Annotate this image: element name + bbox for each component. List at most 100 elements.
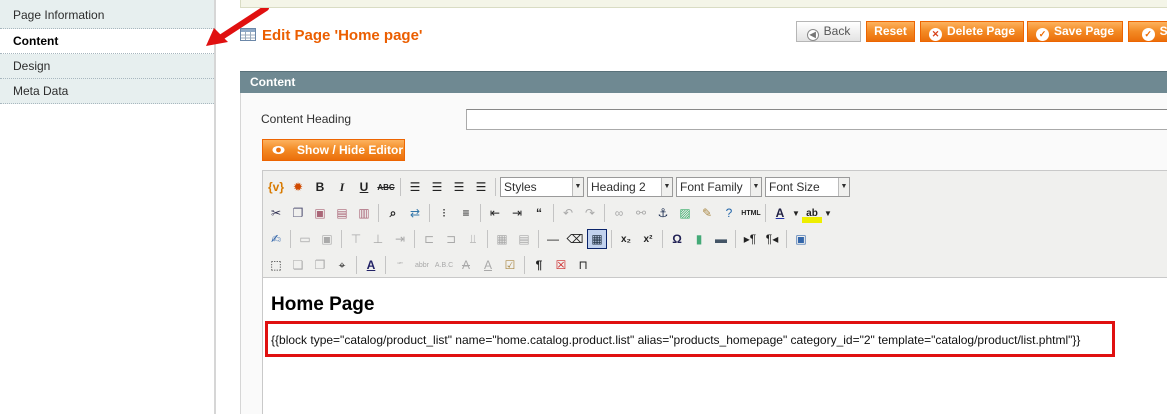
italic-icon[interactable]: I xyxy=(332,177,352,197)
find-icon[interactable]: ⌕ xyxy=(383,203,403,223)
merge-cells-icon[interactable]: ▤ xyxy=(514,229,534,249)
styleprops-icon[interactable]: A xyxy=(361,255,381,275)
toolbar-row-3: ✍ ▭ ▣ ⊤ ⊥ ⇥ ⊏ ⊐ ⫫ ▦ ▤ — ⌫ ▦ x₂ x² Ω ▮ ▬ xyxy=(266,227,813,251)
editor-toolbar: {v} ✹ B I U ABC ☰ ☰ ☰ ☰ Styles ▼ Heading … xyxy=(263,171,1167,278)
visual-aid-icon[interactable]: ▦ xyxy=(587,229,607,249)
font-size-select[interactable]: Font Size ▼ xyxy=(765,177,850,197)
undo-icon[interactable]: ↶ xyxy=(558,203,578,223)
insert-variable-icon[interactable]: {v} xyxy=(266,177,286,197)
unlink-icon[interactable]: ⚯ xyxy=(631,203,651,223)
media-icon[interactable]: ▮ xyxy=(689,229,709,249)
back-button-label: Back xyxy=(823,24,851,38)
html-source-icon[interactable]: HTML xyxy=(741,203,761,223)
blockquote-icon[interactable]: “ xyxy=(529,203,549,223)
styles-select[interactable]: Styles ▼ xyxy=(500,177,584,197)
deletion-icon[interactable]: A xyxy=(456,255,476,275)
advanced-hr-icon[interactable]: ▬ xyxy=(711,229,731,249)
absolute-position-icon[interactable]: ⌖ xyxy=(332,255,352,275)
show-hide-editor-label: Show / Hide Editor xyxy=(297,143,404,157)
insert-col-before-icon[interactable]: ⊏ xyxy=(419,229,439,249)
toolbar-row-2: ✂ ❐ ▣ ▤ ▥ ⌕ ⇄ ⁝ ≡ ⇤ ⇥ “ ↶ ↷ ∞ ⚯ ⚓ ▨ ✎ ? … xyxy=(266,201,834,225)
paste-icon[interactable]: ▣ xyxy=(310,203,330,223)
format-select[interactable]: Heading 2 ▼ xyxy=(587,177,673,197)
visual-chars-icon[interactable]: ☒ xyxy=(551,255,571,275)
align-center-icon[interactable]: ☰ xyxy=(427,177,447,197)
anchor-icon[interactable]: ⚓ xyxy=(653,203,673,223)
replace-icon[interactable]: ⇄ xyxy=(405,203,425,223)
underline-icon[interactable]: U xyxy=(354,177,374,197)
sidebar-item-design[interactable]: Design xyxy=(0,54,214,79)
acronym-icon[interactable]: A.B.C xyxy=(434,255,454,275)
attributes-icon[interactable]: ☑ xyxy=(500,255,520,275)
fullscreen-icon[interactable]: ▣ xyxy=(791,229,811,249)
text-color-icon[interactable]: A xyxy=(770,203,790,223)
split-cells-icon[interactable]: ▦ xyxy=(492,229,512,249)
chevron-down-icon[interactable]: ▼ xyxy=(792,203,800,223)
save-page-button[interactable]: ✓ Save Page xyxy=(1027,21,1123,42)
align-left-icon[interactable]: ☰ xyxy=(405,177,425,197)
help-icon[interactable]: ? xyxy=(719,203,739,223)
insert-widget-icon[interactable]: ✹ xyxy=(288,177,308,197)
indent-icon[interactable]: ⇥ xyxy=(507,203,527,223)
paste-text-icon[interactable]: ▤ xyxy=(332,203,352,223)
outdent-icon[interactable]: ⇤ xyxy=(485,203,505,223)
sidebar-item-content[interactable]: Content xyxy=(0,29,214,54)
numbered-list-icon[interactable]: ≡ xyxy=(456,203,476,223)
table-cell-props-icon[interactable]: ▣ xyxy=(317,229,337,249)
insert-col-after-icon[interactable]: ⊐ xyxy=(441,229,461,249)
back-arrow-icon: ◀ xyxy=(806,29,819,41)
non-breaking-space-icon[interactable]: ⊓ xyxy=(573,255,593,275)
superscript-icon[interactable]: x² xyxy=(638,229,658,249)
remove-format-icon[interactable]: ⌫ xyxy=(565,229,585,249)
cite-icon[interactable]: “” xyxy=(390,255,410,275)
insert-row-before-icon[interactable]: ⊤ xyxy=(346,229,366,249)
image-icon[interactable]: ▨ xyxy=(675,203,695,223)
font-family-select-value: Font Family xyxy=(680,180,743,194)
show-hide-editor-button[interactable]: Show / Hide Editor xyxy=(262,139,405,161)
horizontal-rule-icon[interactable]: — xyxy=(543,229,563,249)
background-color-icon[interactable]: ab xyxy=(802,203,822,223)
redo-icon[interactable]: ↷ xyxy=(580,203,600,223)
strikethrough-icon[interactable]: ABC xyxy=(376,177,396,197)
align-right-icon[interactable]: ☰ xyxy=(449,177,469,197)
delete-col-icon[interactable]: ⫫ xyxy=(463,229,483,249)
reset-button[interactable]: Reset xyxy=(866,21,915,42)
rtl-icon[interactable]: ¶◂ xyxy=(762,229,782,249)
insert-layer-box-icon[interactable]: ⬚ xyxy=(266,255,286,275)
cleanup-icon[interactable]: ✎ xyxy=(697,203,717,223)
chevron-down-icon: ▼ xyxy=(661,178,672,196)
align-justify-icon[interactable]: ☰ xyxy=(471,177,491,197)
cut-icon[interactable]: ✂ xyxy=(266,203,286,223)
check-icon: ✓ xyxy=(1141,28,1155,41)
back-button[interactable]: ◀ Back xyxy=(796,21,861,42)
sidebar-item-meta-data[interactable]: Meta Data xyxy=(0,79,214,104)
insert-layer-icon[interactable]: ✍ xyxy=(266,229,286,249)
table-row-props-icon[interactable]: ▭ xyxy=(295,229,315,249)
link-icon[interactable]: ∞ xyxy=(609,203,629,223)
move-forward-icon[interactable]: ❏ xyxy=(288,255,308,275)
save-continue-label: Sa xyxy=(1159,24,1167,38)
show-blocks-icon[interactable]: ¶ xyxy=(529,255,549,275)
save-and-continue-button[interactable]: ✓ Sa xyxy=(1128,21,1167,42)
abbreviation-icon[interactable]: abbr xyxy=(412,255,432,275)
bullet-list-icon[interactable]: ⁝ xyxy=(434,203,454,223)
font-family-select[interactable]: Font Family ▼ xyxy=(676,177,762,197)
content-heading-input[interactable] xyxy=(466,109,1167,130)
toolbar-separator xyxy=(414,230,415,248)
delete-row-icon[interactable]: ⇥ xyxy=(390,229,410,249)
special-character-icon[interactable]: Ω xyxy=(667,229,687,249)
paste-word-icon[interactable]: ▥ xyxy=(354,203,374,223)
ltr-icon[interactable]: ▸¶ xyxy=(740,229,760,249)
editor-content-area[interactable]: Home Page {{block type="catalog/product_… xyxy=(263,279,1167,415)
toolbar-separator xyxy=(604,204,605,222)
subscript-icon[interactable]: x₂ xyxy=(616,229,636,249)
insertion-icon[interactable]: A xyxy=(478,255,498,275)
delete-page-button[interactable]: ✕ Delete Page xyxy=(920,21,1024,42)
chevron-down-icon[interactable]: ▼ xyxy=(824,203,832,223)
copy-icon[interactable]: ❐ xyxy=(288,203,308,223)
move-backward-icon[interactable]: ❐ xyxy=(310,255,330,275)
sidebar-item-page-information[interactable]: Page Information xyxy=(0,0,214,29)
insert-row-after-icon[interactable]: ⊥ xyxy=(368,229,388,249)
bold-icon[interactable]: B xyxy=(310,177,330,197)
section-header: Content xyxy=(240,71,1167,93)
